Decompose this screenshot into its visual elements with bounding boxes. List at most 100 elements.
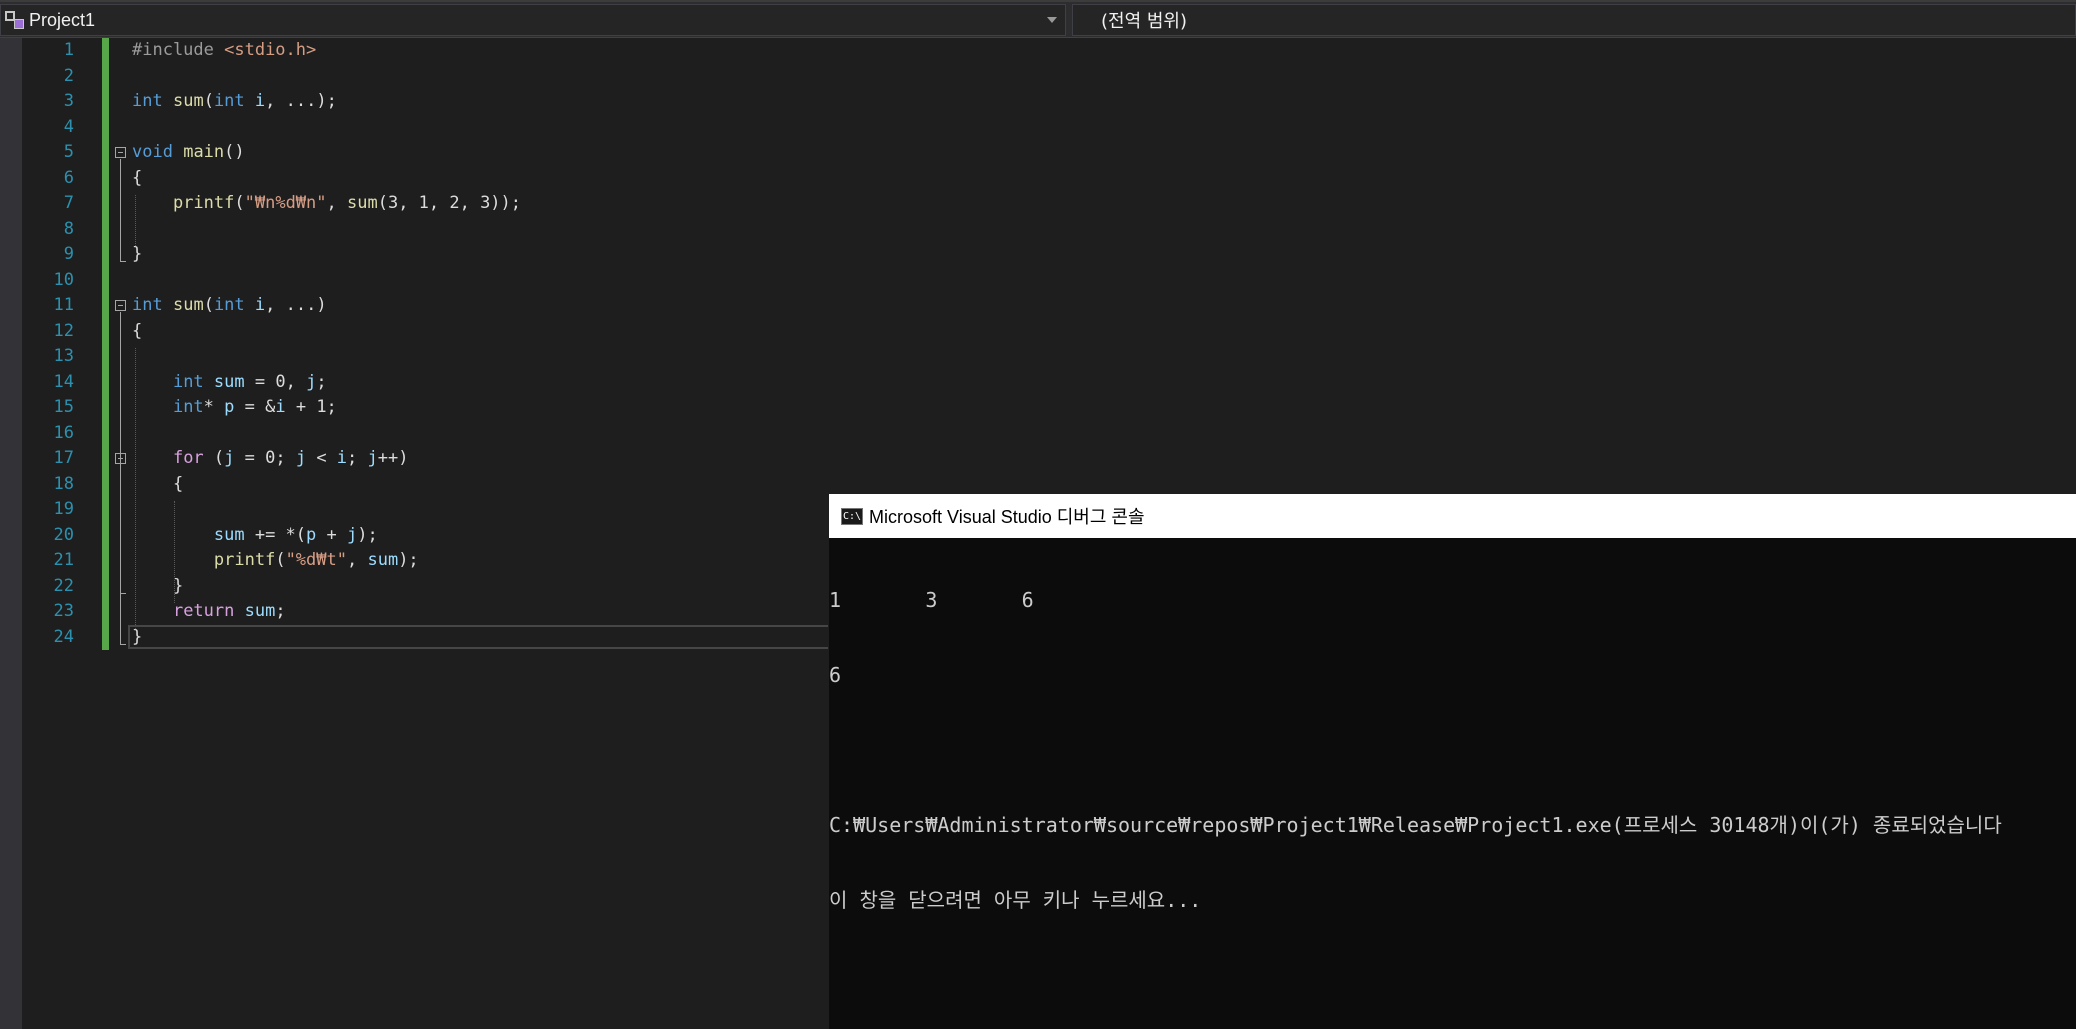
code-line[interactable]: 16 (22, 421, 822, 446)
line-number: 23 (53, 601, 74, 621)
line-number: 1 (63, 40, 74, 60)
line-number: 2 (63, 65, 74, 86)
code-line[interactable]: 15 int* p = &i + 1; (22, 395, 822, 420)
code-line[interactable]: 22 } (22, 574, 822, 599)
console-title-bar[interactable]: C:\ Microsoft Visual Studio 디버그 콘솔 (829, 494, 2076, 538)
code-text[interactable]: int sum(int i, ...) (132, 293, 327, 318)
code-line[interactable]: 19 (22, 497, 822, 522)
code-line[interactable]: 18 { (22, 472, 822, 497)
line-number: 11 (53, 295, 74, 315)
line-number: 3 (63, 91, 74, 111)
line-number: 8 (63, 218, 74, 239)
change-indicator (102, 267, 109, 293)
console-output[interactable]: 1 3 6 6 C:₩Users₩Administrator₩source₩re… (829, 538, 2076, 1029)
code-text[interactable]: printf("%d₩t", sum); (132, 548, 419, 573)
code-line[interactable]: 2 (22, 64, 822, 89)
fold-bracket-end (120, 592, 126, 594)
fold-bracket (120, 465, 121, 593)
line-number: 17 (53, 448, 74, 468)
line-number: 18 (53, 473, 74, 494)
code-line[interactable]: 3 int sum(int i, ...); (22, 89, 822, 114)
code-text[interactable]: printf("₩n%d₩n", sum(3, 1, 2, 3)); (132, 191, 521, 216)
project-label: Project1 (29, 9, 96, 30)
code-line[interactable]: 7 printf("₩n%d₩n", sum(3, 1, 2, 3)); (22, 191, 822, 216)
code-text[interactable]: int sum(int i, ...); (132, 89, 337, 114)
dropdown-caret-icon[interactable] (1047, 17, 1057, 23)
indent-guide (135, 348, 136, 629)
collapse-icon[interactable] (115, 300, 126, 311)
change-indicator (102, 624, 109, 650)
scope-dropdown[interactable]: (전역 범위) (1072, 4, 2076, 36)
code-text[interactable]: for (j = 0; j < i; j++) (132, 446, 409, 471)
top-divider (0, 0, 2076, 2)
change-indicator (102, 191, 109, 217)
change-indicator (102, 38, 109, 64)
code-text[interactable]: { (132, 319, 142, 344)
debug-console-window[interactable]: C:\ Microsoft Visual Studio 디버그 콘솔 1 3 6… (829, 494, 2076, 1029)
line-number: 14 (53, 371, 74, 392)
console-line: 1 3 6 (829, 588, 1034, 612)
change-indicator (102, 140, 109, 166)
code-text[interactable]: #include <stdio.h> (132, 38, 316, 63)
fold-bracket-end (120, 643, 126, 645)
code-text[interactable]: int* p = &i + 1; (132, 395, 337, 420)
code-line[interactable]: 10 (22, 268, 822, 293)
code-text[interactable]: { (132, 166, 142, 191)
code-text[interactable]: return sum; (132, 599, 286, 624)
code-line[interactable]: 8 (22, 217, 822, 242)
change-indicator (102, 599, 109, 625)
code-line[interactable]: 12 { (22, 319, 822, 344)
code-line[interactable]: 13 (22, 344, 822, 369)
navigation-bar: Project1 (전역 범위) (0, 0, 2076, 38)
code-line[interactable]: 14 int sum = 0, j; (22, 370, 822, 395)
code-text[interactable]: int sum = 0, j; (132, 370, 327, 395)
code-text[interactable]: } (132, 574, 183, 599)
indent-guide (174, 501, 175, 603)
line-number: 6 (63, 167, 74, 188)
change-indicator (102, 420, 109, 446)
console-line: 이 창을 닫으려면 아무 키나 누르세요... (829, 888, 1202, 912)
console-title: Microsoft Visual Studio 디버그 콘솔 (869, 507, 1145, 527)
code-line[interactable]: 5 void main() (22, 140, 822, 165)
change-indicator (102, 548, 109, 574)
project-dropdown[interactable]: Project1 (0, 4, 1066, 36)
code-line[interactable]: 23 return sum; (22, 599, 822, 624)
change-indicator (102, 318, 109, 344)
fold-bracket (120, 159, 121, 261)
console-line: C:₩Users₩Administrator₩source₩repos₩Proj… (829, 813, 2002, 837)
line-number: 20 (53, 524, 74, 545)
line-number: 5 (63, 142, 74, 162)
editor-left-margin (0, 38, 22, 1029)
change-indicator (102, 165, 109, 191)
collapse-icon[interactable] (115, 147, 126, 158)
change-indicator (102, 369, 109, 395)
change-indicator (102, 446, 109, 472)
line-number: 22 (53, 575, 74, 596)
code-line[interactable]: 20 sum += *(p + j); (22, 523, 822, 548)
code-line[interactable]: 17 for (j = 0; j < i; j++) (22, 446, 822, 471)
line-number: 7 (63, 193, 74, 213)
line-number: 24 (53, 626, 74, 647)
change-indicator (102, 89, 109, 115)
code-line[interactable]: 11 int sum(int i, ...) (22, 293, 822, 318)
code-text[interactable]: { (132, 472, 183, 497)
line-number: 16 (53, 422, 74, 443)
code-line[interactable]: 9} (22, 242, 822, 267)
line-number: 19 (53, 499, 74, 519)
change-indicator (102, 216, 109, 242)
change-indicator (102, 497, 109, 523)
code-text[interactable]: } (132, 242, 142, 267)
change-indicator (102, 471, 109, 497)
code-line[interactable]: 21 printf("%d₩t", sum); (22, 548, 822, 573)
code-line[interactable]: 6{ (22, 166, 822, 191)
line-number: 9 (63, 244, 74, 264)
current-line-highlight (128, 624, 828, 649)
indent-guide (135, 195, 136, 246)
code-line[interactable]: 4 (22, 115, 822, 140)
code-text[interactable]: void main() (132, 140, 245, 165)
change-indicator (102, 293, 109, 319)
console-icon: C:\ (841, 507, 863, 525)
code-text[interactable]: sum += *(p + j); (132, 523, 378, 548)
code-line[interactable]: 1 #include <stdio.h> (22, 38, 822, 63)
change-indicator (102, 573, 109, 599)
